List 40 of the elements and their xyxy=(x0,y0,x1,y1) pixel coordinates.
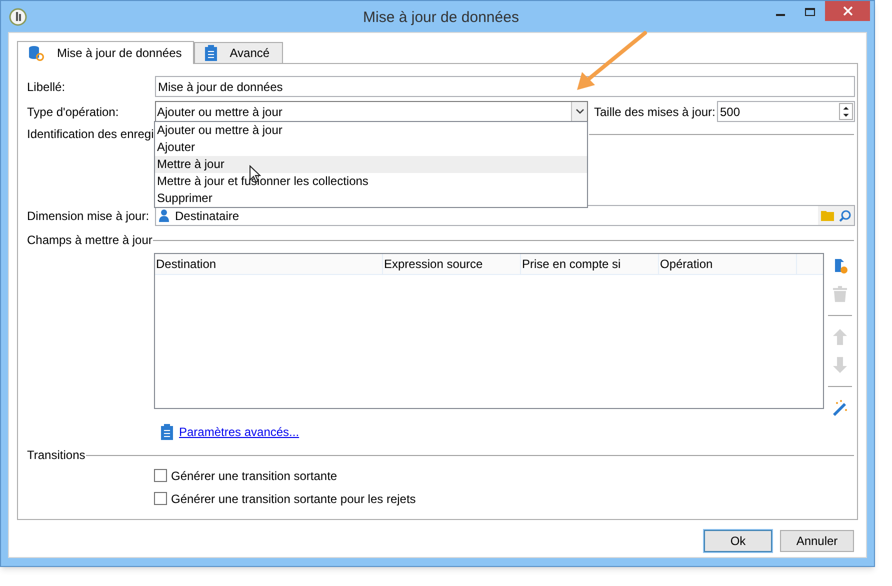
magic-wand-icon[interactable] xyxy=(832,400,848,416)
field-label: Libellé: xyxy=(27,78,66,96)
dropdown-option[interactable]: Mettre à jour xyxy=(155,156,587,173)
search-icon[interactable] xyxy=(839,210,851,222)
tab[interactable]: Mise à jour de données xyxy=(17,41,194,64)
column-header[interactable]: Opération xyxy=(659,254,797,274)
add-item-icon[interactable] xyxy=(832,258,848,274)
column-header[interactable]: Destination xyxy=(155,254,383,274)
section-label: Champs à mettre à jour xyxy=(27,232,152,249)
field-label: Dimension mise à jour: xyxy=(27,208,150,224)
dropdown-option[interactable]: Supprimer xyxy=(155,190,587,207)
dimension-field[interactable]: Destinataire xyxy=(155,205,855,226)
window-title: Mise à jour de données xyxy=(362,8,520,28)
batch-size-spinner[interactable]: 500 xyxy=(717,101,855,122)
dropdown-option[interactable]: Ajouter xyxy=(155,139,587,156)
column-header[interactable]: Prise en compte si xyxy=(521,254,659,274)
clipboard-icon xyxy=(204,45,217,61)
dropdown-option[interactable]: Ajouter ou mettre à jour xyxy=(155,122,587,139)
field-label: Type d'opération: xyxy=(27,104,120,120)
person-icon xyxy=(159,209,169,222)
checkbox[interactable] xyxy=(154,492,167,505)
checkbox-label: Générer une transition sortante xyxy=(171,468,338,484)
tab[interactable]: Avancé xyxy=(194,42,283,63)
name-input[interactable]: Mise à jour de données xyxy=(155,76,855,97)
clipboard-icon xyxy=(161,424,173,440)
column-header[interactable]: Expression source xyxy=(383,254,521,274)
chevron-down-icon xyxy=(576,109,584,114)
field-label: Taille des mises à jour: xyxy=(594,104,716,120)
close-button[interactable] xyxy=(825,1,870,21)
dropdown-option[interactable]: Mettre à jour et fusionner les collections xyxy=(155,173,587,190)
checkbox[interactable] xyxy=(154,469,167,482)
dialog-button[interactable]: Ok xyxy=(704,530,772,552)
database-icon xyxy=(28,45,44,61)
section-label: Identification des enregi xyxy=(27,126,154,143)
app-icon xyxy=(9,8,27,26)
close-icon xyxy=(842,6,852,16)
advanced-settings-link[interactable]: Paramètres avancés... xyxy=(179,423,300,441)
section-label: Transitions xyxy=(27,447,86,464)
checkbox-label: Générer une transition sortante pour les rejets xyxy=(171,490,416,508)
dialog-button[interactable]: Annuler xyxy=(780,530,854,552)
